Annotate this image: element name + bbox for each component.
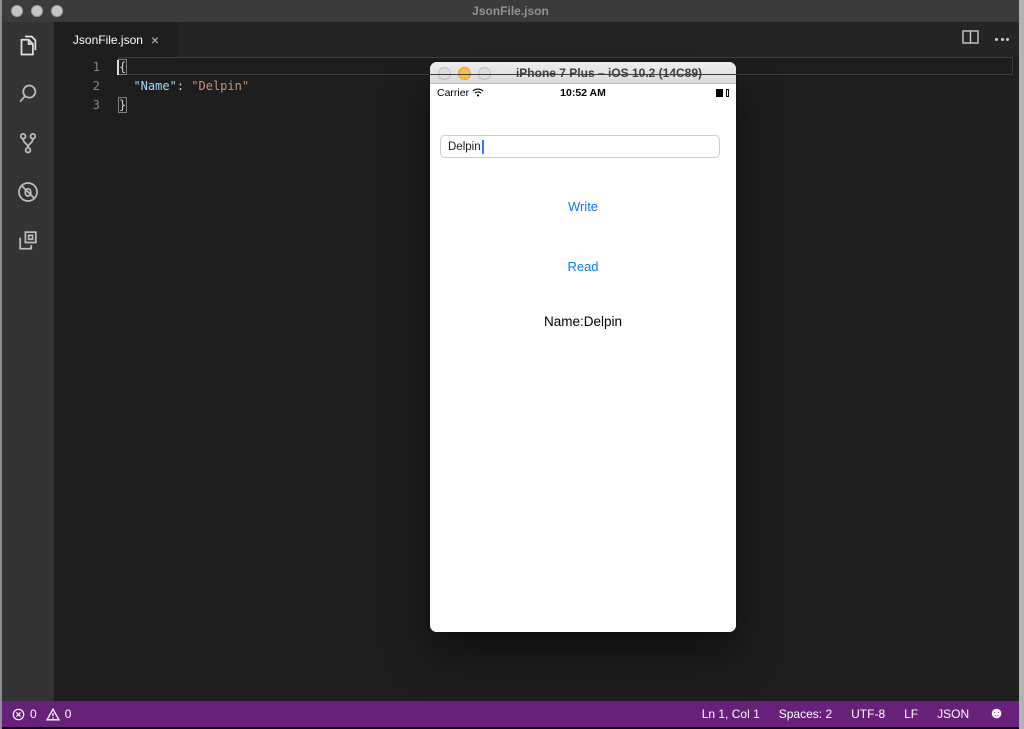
close-brace-token: } (119, 98, 126, 112)
open-brace-token: { (119, 60, 126, 74)
json-separator-token: : (177, 79, 191, 93)
error-icon (12, 708, 25, 721)
read-button[interactable]: Read (430, 259, 736, 274)
warning-icon (46, 708, 60, 721)
sidebar-item-explorer[interactable] (15, 34, 41, 60)
sidebar-item-debug[interactable] (15, 181, 41, 207)
problems-indicator[interactable]: 0 0 (12, 707, 71, 721)
files-icon (15, 32, 41, 63)
result-label: Name:Delpin (430, 314, 736, 329)
language-mode[interactable]: JSON (937, 707, 969, 721)
tab-jsonfile-json[interactable]: JsonFile.json × (54, 22, 178, 57)
ios-simulator-window: iPhone 7 Plus – iOS 10.2 (14C89) Carrier… (430, 62, 736, 632)
indentation-setting[interactable]: Spaces: 2 (779, 707, 832, 721)
ios-status-bar: Carrier 10:52 AM (430, 84, 736, 101)
warning-count: 0 (65, 707, 72, 721)
tab-label: JsonFile.json (73, 33, 143, 47)
text-insertion-caret (482, 140, 484, 154)
more-actions-icon[interactable] (995, 38, 1009, 41)
current-line-highlight (118, 57, 1013, 75)
json-key-token: "Name" (133, 79, 176, 93)
json-string-token: "Delpin" (191, 79, 249, 93)
line-number: 2 (54, 79, 100, 93)
app-screen: Delpin Write Read Name:Delpin (430, 101, 736, 632)
text-cursor (117, 60, 119, 75)
search-icon (15, 81, 41, 112)
cursor-position[interactable]: Ln 1, Col 1 (702, 707, 760, 721)
debug-icon (15, 179, 41, 210)
extensions-icon (15, 228, 41, 259)
tab-close-icon[interactable]: × (151, 33, 159, 47)
feedback-smiley-icon[interactable]: ☻ (988, 706, 1005, 722)
line-number: 1 (54, 60, 100, 74)
error-count: 0 (30, 707, 37, 721)
sidebar-item-extensions[interactable] (15, 230, 41, 256)
ios-clock: 10:52 AM (430, 87, 736, 99)
background-window-edge (1019, 0, 1024, 729)
split-editor-icon[interactable] (962, 30, 979, 49)
git-branch-icon (15, 130, 41, 161)
window-titlebar[interactable]: JsonFile.json (2, 0, 1019, 22)
name-text-field[interactable]: Delpin (440, 135, 720, 158)
zoom-window-button[interactable] (51, 5, 63, 17)
line-number: 3 (54, 98, 100, 112)
activity-bar (2, 22, 54, 701)
status-bar: 0 0 Ln 1, Col 1 Spaces: 2 UTF-8 LF JSON … (2, 701, 1019, 727)
close-window-button[interactable] (11, 5, 23, 17)
name-field-value: Delpin (448, 141, 481, 153)
sidebar-item-search[interactable] (15, 83, 41, 109)
editor-tab-bar: JsonFile.json × (54, 22, 1019, 57)
encoding-setting[interactable]: UTF-8 (851, 707, 885, 721)
eol-setting[interactable]: LF (904, 707, 918, 721)
editor-actions (962, 22, 1009, 57)
desktop: JsonFile.json (0, 0, 1024, 729)
minimize-window-button[interactable] (31, 5, 43, 17)
write-button[interactable]: Write (430, 199, 736, 214)
traffic-lights (11, 5, 63, 17)
sidebar-item-source-control[interactable] (15, 132, 41, 158)
code-line-1: 1 { (54, 57, 1019, 76)
window-title: JsonFile.json (2, 4, 1019, 18)
